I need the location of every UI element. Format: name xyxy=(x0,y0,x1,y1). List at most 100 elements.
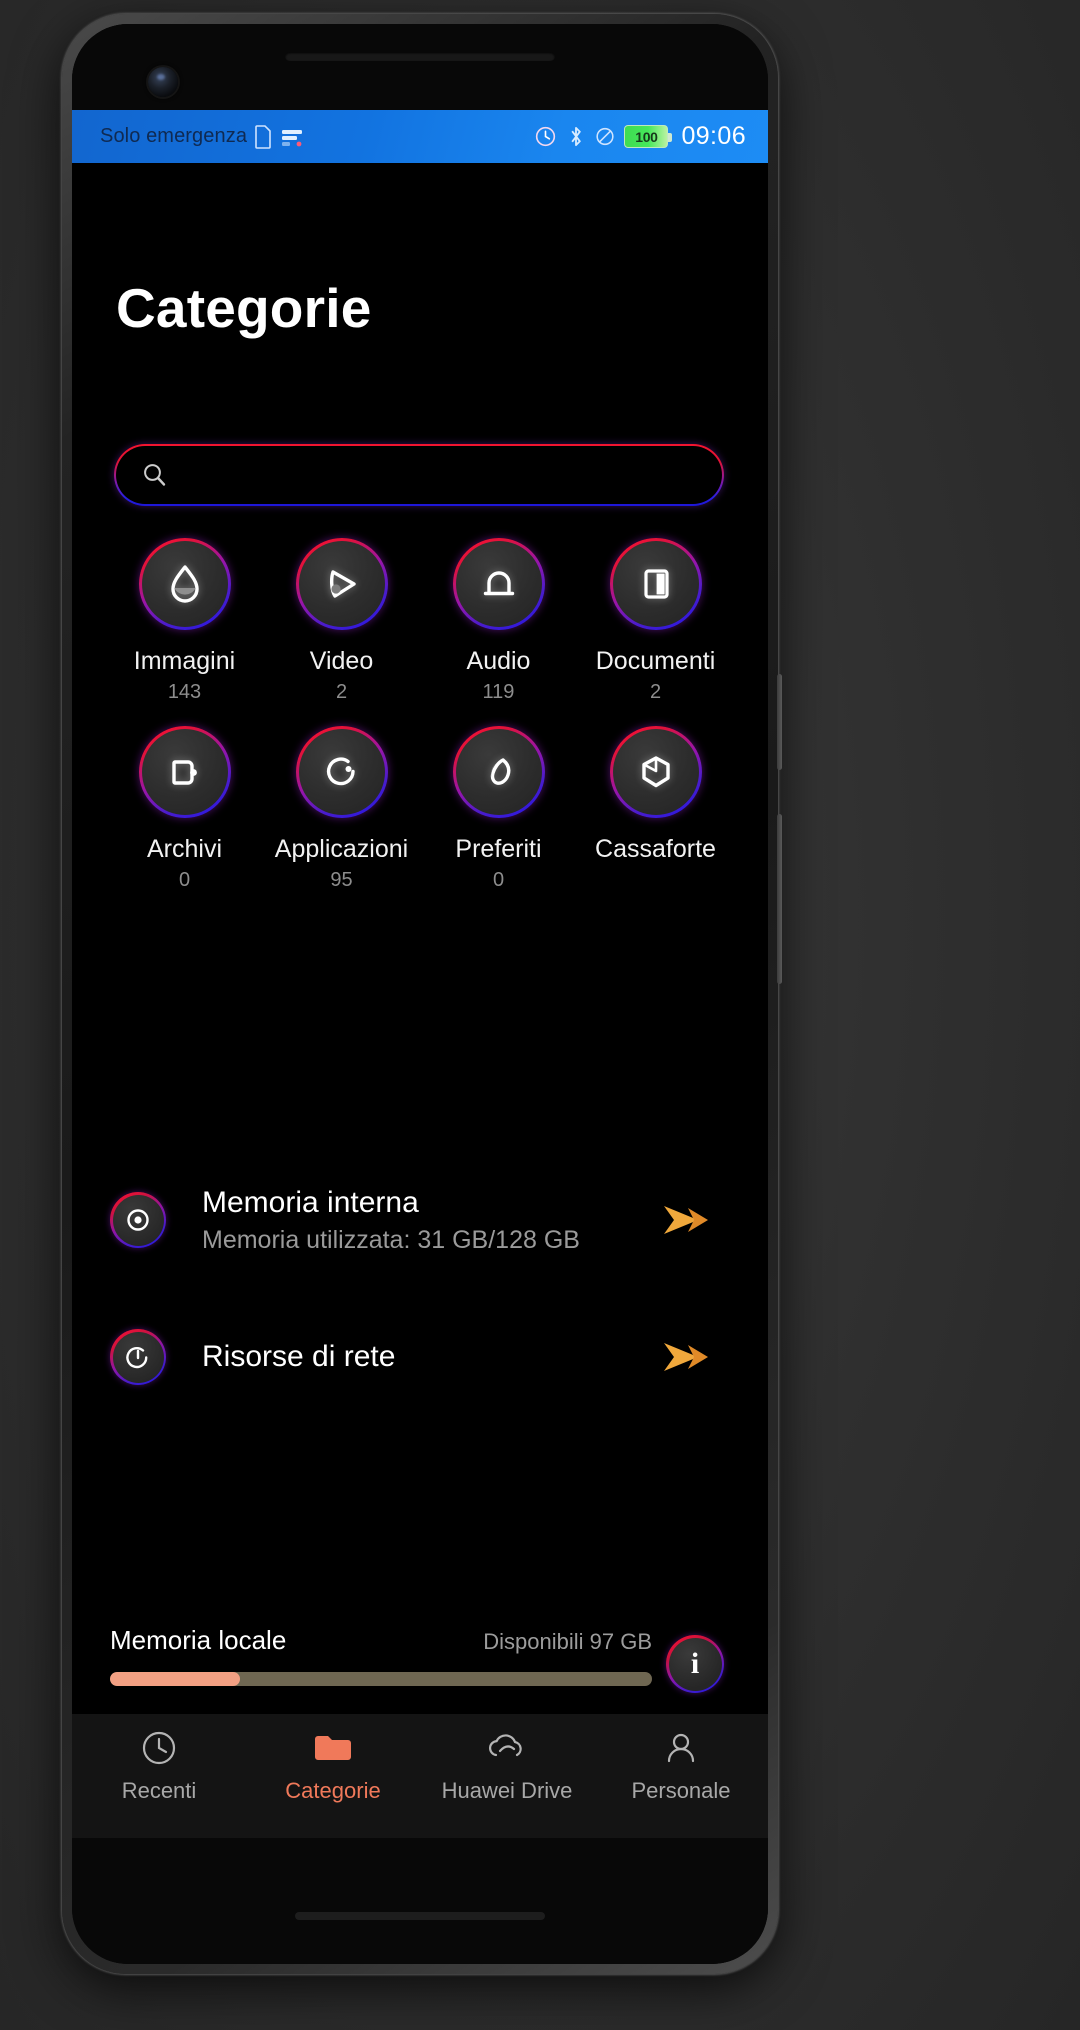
battery-level-label: 100 xyxy=(635,128,658,145)
phone-screen-frame: Solo emergenza 100 09:06 Categorie Immag… xyxy=(72,24,768,1964)
category-count: 143 xyxy=(167,681,202,703)
category-item-preferiti[interactable]: Preferiti 0 xyxy=(420,726,577,892)
mute-icon xyxy=(595,126,615,147)
info-glyph: i xyxy=(668,1637,722,1691)
category-count: 95 xyxy=(330,869,353,891)
nav-label: Recenti xyxy=(121,1778,197,1803)
category-ring xyxy=(609,726,702,818)
category-label: Documenti xyxy=(595,647,716,675)
archive-zip-icon xyxy=(141,729,228,815)
chevron-right-icon[interactable] xyxy=(658,1200,712,1240)
nav-label: Categorie xyxy=(285,1778,381,1803)
category-count: 2 xyxy=(335,681,348,703)
category-label: Applicazioni xyxy=(274,835,409,863)
info-icon[interactable]: i xyxy=(666,1635,724,1693)
bell-audio-icon xyxy=(455,541,542,627)
earpiece-speaker xyxy=(285,52,555,61)
clock-icon xyxy=(139,1728,179,1768)
screen: Solo emergenza 100 09:06 Categorie Immag… xyxy=(72,110,768,1838)
category-ring xyxy=(138,726,231,818)
category-item-documenti[interactable]: Documenti 2 xyxy=(577,538,734,704)
category-label: Video xyxy=(309,647,374,675)
search-bar-inner xyxy=(116,446,722,504)
status-time: 09:06 xyxy=(681,122,746,150)
local-memory-section: Memoria locale Disponibili 97 GB i xyxy=(110,1625,724,1693)
local-memory-progress-track xyxy=(110,1672,652,1686)
document-icon xyxy=(612,541,699,627)
status-bar-left: Solo emergenza xyxy=(100,124,304,149)
category-label: Preferiti xyxy=(455,835,542,863)
alarm-clock-icon xyxy=(534,125,557,148)
storage-title: Risorse di rete xyxy=(202,1340,396,1373)
image-drop-icon xyxy=(141,541,228,627)
bottom-bezel xyxy=(72,1838,768,1964)
bottom-navigation: Recenti Categorie Huawei Drive Personale xyxy=(72,1714,768,1838)
storage-ring xyxy=(110,1192,166,1248)
local-memory-available: Disponibili 97 GB xyxy=(483,1629,652,1654)
storage-row-network[interactable]: Risorse di rete xyxy=(110,1311,724,1403)
category-label: Audio xyxy=(466,647,531,675)
local-memory-title: Memoria locale xyxy=(110,1625,287,1655)
category-ring xyxy=(609,538,702,630)
search-bar[interactable] xyxy=(114,444,724,506)
status-bar: Solo emergenza 100 09:06 xyxy=(72,110,768,163)
category-ring xyxy=(452,726,545,818)
power-button[interactable] xyxy=(777,674,782,770)
storage-text-block: Memoria interna Memoria utilizzata: 31 G… xyxy=(202,1186,658,1255)
bluetooth-icon xyxy=(566,125,586,148)
battery-full-icon: 100 xyxy=(624,125,673,148)
category-label: Cassaforte xyxy=(595,835,716,863)
page-title: Categorie xyxy=(116,277,372,339)
cloud-icon xyxy=(484,1728,530,1768)
nav-item-huawei-drive[interactable]: Huawei Drive xyxy=(420,1728,594,1804)
category-count: 0 xyxy=(492,869,505,891)
top-bezel xyxy=(72,24,768,110)
favorite-heart-icon xyxy=(455,729,542,815)
nav-item-categorie[interactable]: Categorie xyxy=(246,1728,420,1804)
category-item-cassaforte[interactable]: Cassaforte xyxy=(577,726,734,892)
phone-device: Solo emergenza 100 09:06 Categorie Immag… xyxy=(62,14,782,1974)
category-count: 2 xyxy=(649,681,662,703)
front-camera xyxy=(148,67,178,97)
category-item-video[interactable]: Video 2 xyxy=(263,538,420,704)
folder-icon xyxy=(311,1728,355,1768)
gesture-bar[interactable] xyxy=(295,1912,545,1920)
page-content: Categorie Immagini 143 Video 2 Audio 119… xyxy=(72,163,768,1838)
signal-bars-icon xyxy=(280,125,304,149)
search-icon xyxy=(140,461,168,489)
category-ring xyxy=(295,726,388,818)
video-play-icon xyxy=(298,541,385,627)
category-ring xyxy=(295,538,388,630)
chevron-right-icon[interactable] xyxy=(658,1337,712,1377)
search-input[interactable] xyxy=(182,461,698,489)
local-memory-progress-fill xyxy=(110,1672,241,1686)
storage-ring xyxy=(110,1329,166,1385)
category-count: 0 xyxy=(178,869,191,891)
network-share-icon xyxy=(112,1331,164,1383)
category-item-applicazioni[interactable]: Applicazioni 95 xyxy=(263,726,420,892)
carrier-label: Solo emergenza xyxy=(100,125,248,147)
category-ring xyxy=(138,538,231,630)
category-grid: Immagini 143 Video 2 Audio 119 Documenti… xyxy=(106,538,734,892)
category-item-immagini[interactable]: Immagini 143 xyxy=(106,538,263,704)
category-label: Immagini xyxy=(133,647,236,675)
nav-item-recenti[interactable]: Recenti xyxy=(72,1728,246,1804)
sim-card-icon xyxy=(255,124,272,149)
safe-box-icon xyxy=(612,729,699,815)
person-icon xyxy=(661,1728,701,1768)
internal-storage-icon xyxy=(112,1194,164,1246)
category-item-archivi[interactable]: Archivi 0 xyxy=(106,726,263,892)
volume-button[interactable] xyxy=(777,814,782,984)
category-ring xyxy=(452,538,545,630)
storage-row-internal[interactable]: Memoria interna Memoria utilizzata: 31 G… xyxy=(110,1174,724,1266)
storage-title: Memoria interna xyxy=(202,1185,419,1219)
desktop-backdrop: Solo emergenza 100 09:06 Categorie Immag… xyxy=(0,0,1080,2030)
apps-circle-icon xyxy=(298,729,385,815)
nav-label: Huawei Drive xyxy=(441,1778,573,1803)
local-memory-header: Memoria locale Disponibili 97 GB xyxy=(110,1625,724,1656)
nav-item-personale[interactable]: Personale xyxy=(594,1728,768,1804)
status-bar-right: 100 09:06 xyxy=(534,122,746,151)
category-item-audio[interactable]: Audio 119 xyxy=(420,538,577,704)
nav-label: Personale xyxy=(631,1778,731,1803)
storage-text-block: Risorse di rete xyxy=(202,1340,658,1374)
